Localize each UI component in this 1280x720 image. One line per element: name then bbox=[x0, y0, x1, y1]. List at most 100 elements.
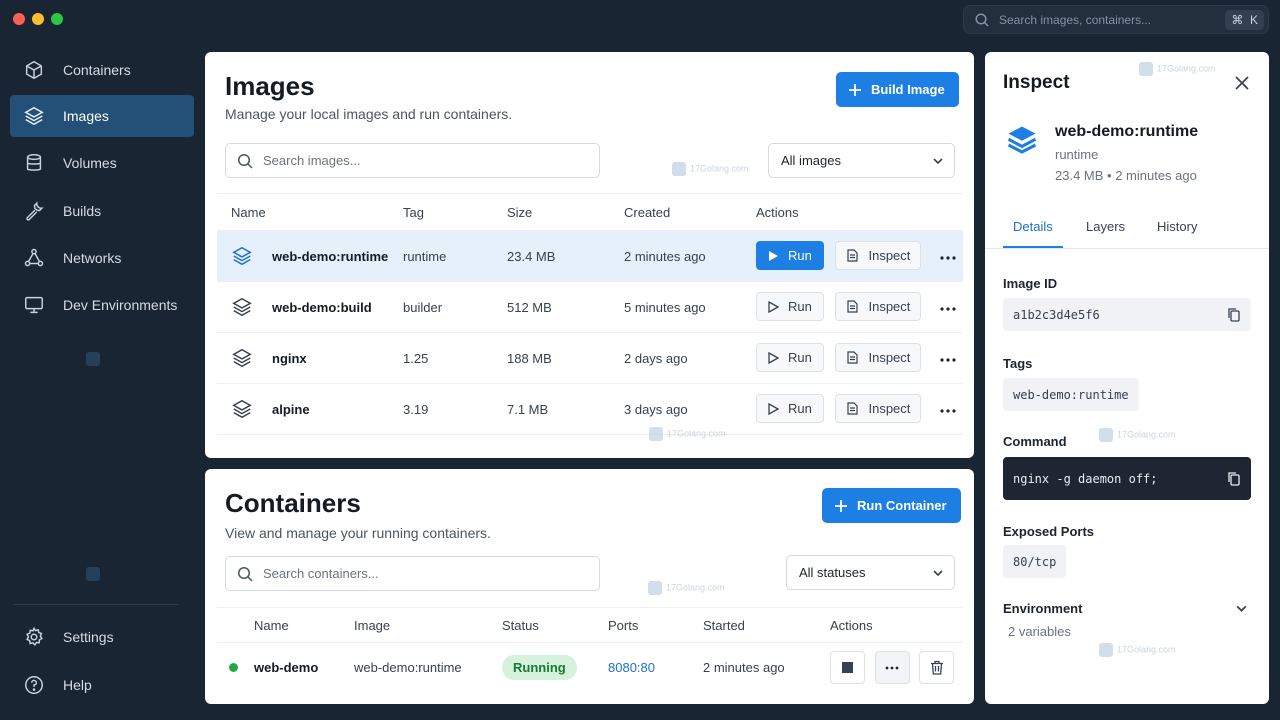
inspect-image-tag: runtime bbox=[1055, 147, 1099, 162]
layers-icon bbox=[232, 348, 252, 368]
column-header-name[interactable]: Name bbox=[217, 608, 354, 643]
watermark-logo-icon bbox=[86, 352, 100, 366]
table-row[interactable]: nginx 1.25 188 MB 2 days ago Run Inspect bbox=[217, 333, 963, 384]
more-options-button[interactable] bbox=[874, 651, 910, 685]
run-button[interactable]: Run bbox=[756, 343, 824, 373]
build-image-button[interactable]: Build Image bbox=[836, 72, 959, 107]
tags-label: Tags bbox=[1003, 356, 1033, 371]
sidebar-item-volumes[interactable]: Volumes bbox=[10, 142, 194, 184]
column-header-tag[interactable]: Tag bbox=[403, 194, 507, 231]
inspect-tabs: Details Layers History bbox=[985, 212, 1269, 249]
document-icon bbox=[847, 300, 859, 313]
column-header-started[interactable]: Started bbox=[703, 608, 830, 643]
watermark: 17Golang.com bbox=[1099, 428, 1176, 442]
inspect-panel: Inspect web-demo:runtime runtime 23.4 MB… bbox=[985, 52, 1269, 704]
column-header-ports[interactable]: Ports bbox=[608, 608, 703, 643]
inspect-button[interactable]: Inspect bbox=[835, 342, 922, 372]
network-icon bbox=[22, 246, 46, 270]
column-header-name[interactable]: Name bbox=[217, 194, 403, 231]
sidebar-item-label: Settings bbox=[63, 629, 114, 645]
table-row[interactable]: web-demo:runtime runtime 23.4 MB 2 minut… bbox=[217, 230, 963, 282]
sidebar-item-label: Builds bbox=[63, 203, 102, 219]
inspect-button[interactable]: Inspect bbox=[835, 393, 922, 423]
port-chip: 80/tcp bbox=[1003, 545, 1067, 578]
delete-button[interactable] bbox=[919, 651, 955, 685]
stop-button[interactable] bbox=[830, 651, 865, 685]
status-filter-select[interactable]: All statuses bbox=[786, 555, 955, 590]
exposed-ports-label: Exposed Ports bbox=[1003, 524, 1095, 539]
run-label: Run bbox=[788, 401, 812, 417]
sidebar-item-builds[interactable]: Builds bbox=[10, 190, 194, 232]
image-size: 7.1 MB bbox=[507, 401, 549, 417]
sidebar-item-help[interactable]: Help bbox=[10, 664, 194, 706]
search-images-input[interactable]: Search images... bbox=[225, 143, 600, 178]
maximize-window-button[interactable] bbox=[51, 13, 63, 25]
column-header-image[interactable]: Image bbox=[354, 608, 502, 643]
chevron-down-icon bbox=[933, 569, 943, 576]
plus-icon bbox=[835, 499, 847, 512]
search-containers-input[interactable]: Search containers... bbox=[225, 556, 600, 591]
column-header-created[interactable]: Created bbox=[624, 194, 756, 231]
inspect-button[interactable]: Inspect bbox=[835, 291, 922, 321]
containers-table: Name Image Status Ports Started Actions … bbox=[217, 607, 963, 693]
wrench-icon bbox=[22, 199, 46, 223]
minimize-window-button[interactable] bbox=[32, 13, 44, 25]
images-table: Name Tag Size Created Actions web-demo:r… bbox=[217, 193, 963, 435]
copy-icon[interactable] bbox=[1226, 471, 1241, 486]
sidebar-item-networks[interactable]: Networks bbox=[10, 237, 194, 279]
sidebar-item-dev-environments[interactable]: Dev Environments bbox=[10, 284, 194, 326]
more-options-icon[interactable] bbox=[935, 347, 961, 373]
table-row[interactable]: web-demo:build builder 512 MB 5 minutes … bbox=[217, 282, 963, 333]
sidebar-item-label: Volumes bbox=[63, 155, 117, 171]
sidebar-item-containers[interactable]: Containers bbox=[10, 49, 194, 91]
more-options-icon[interactable] bbox=[935, 398, 961, 424]
port-link[interactable]: 8080:80 bbox=[608, 660, 655, 675]
copy-icon[interactable] bbox=[1226, 307, 1241, 322]
watermark: 17Golang.com bbox=[672, 162, 749, 176]
run-button[interactable]: Run bbox=[756, 292, 824, 322]
table-row[interactable]: alpine 3.19 7.1 MB 3 days ago Run Inspec… bbox=[217, 384, 963, 435]
close-icon[interactable] bbox=[1233, 74, 1251, 92]
column-header-size[interactable]: Size bbox=[507, 194, 624, 231]
run-button[interactable]: Run bbox=[756, 241, 824, 271]
container-image: web-demo:runtime bbox=[354, 660, 462, 676]
play-icon bbox=[768, 402, 779, 415]
table-row[interactable]: web-demo web-demo:runtime Running 8080:8… bbox=[217, 643, 963, 693]
build-image-label: Build Image bbox=[871, 82, 945, 97]
shortcut-badge: ⌘ K bbox=[1225, 9, 1264, 30]
tab-layers[interactable]: Layers bbox=[1086, 219, 1125, 234]
more-options-icon[interactable] bbox=[935, 296, 961, 322]
close-window-button[interactable] bbox=[13, 13, 25, 25]
run-container-button[interactable]: Run Container bbox=[822, 488, 961, 523]
tab-history[interactable]: History bbox=[1157, 219, 1197, 234]
inspect-title: Inspect bbox=[1003, 72, 1070, 93]
image-id-label: Image ID bbox=[1003, 276, 1058, 291]
watermark-text: 17Golang.com bbox=[1157, 63, 1216, 74]
container-started: 2 minutes ago bbox=[703, 660, 785, 676]
stop-icon bbox=[842, 662, 853, 674]
watermark-logo-icon bbox=[672, 162, 686, 176]
watermark-text: 17Golang.com bbox=[666, 582, 725, 593]
inspect-button[interactable]: Inspect bbox=[835, 240, 922, 270]
image-filter-select[interactable]: All images bbox=[768, 143, 955, 178]
watermark-text: 17Golang.com bbox=[667, 428, 726, 439]
search-placeholder: Search containers... bbox=[263, 566, 379, 581]
sidebar-item-images[interactable]: Images bbox=[10, 95, 194, 137]
tag-chip: web-demo:runtime bbox=[1003, 378, 1139, 411]
status-dot bbox=[229, 663, 238, 673]
sidebar-divider bbox=[14, 604, 178, 605]
run-button[interactable]: Run bbox=[756, 394, 824, 424]
run-container-label: Run Container bbox=[857, 498, 947, 513]
layers-icon bbox=[1007, 126, 1037, 154]
watermark-logo-icon bbox=[648, 581, 662, 595]
more-options-icon[interactable] bbox=[935, 245, 961, 271]
column-header-status[interactable]: Status bbox=[502, 608, 608, 643]
tab-details[interactable]: Details bbox=[1013, 219, 1053, 234]
play-icon bbox=[768, 300, 779, 313]
global-search-input[interactable]: Search images, containers... ⌘ K bbox=[963, 5, 1269, 34]
sidebar-item-settings[interactable]: Settings bbox=[10, 616, 194, 658]
chevron-down-icon[interactable] bbox=[1235, 602, 1248, 615]
document-icon bbox=[847, 351, 859, 364]
inspect-label: Inspect bbox=[868, 400, 911, 416]
image-created: 2 days ago bbox=[624, 350, 688, 366]
